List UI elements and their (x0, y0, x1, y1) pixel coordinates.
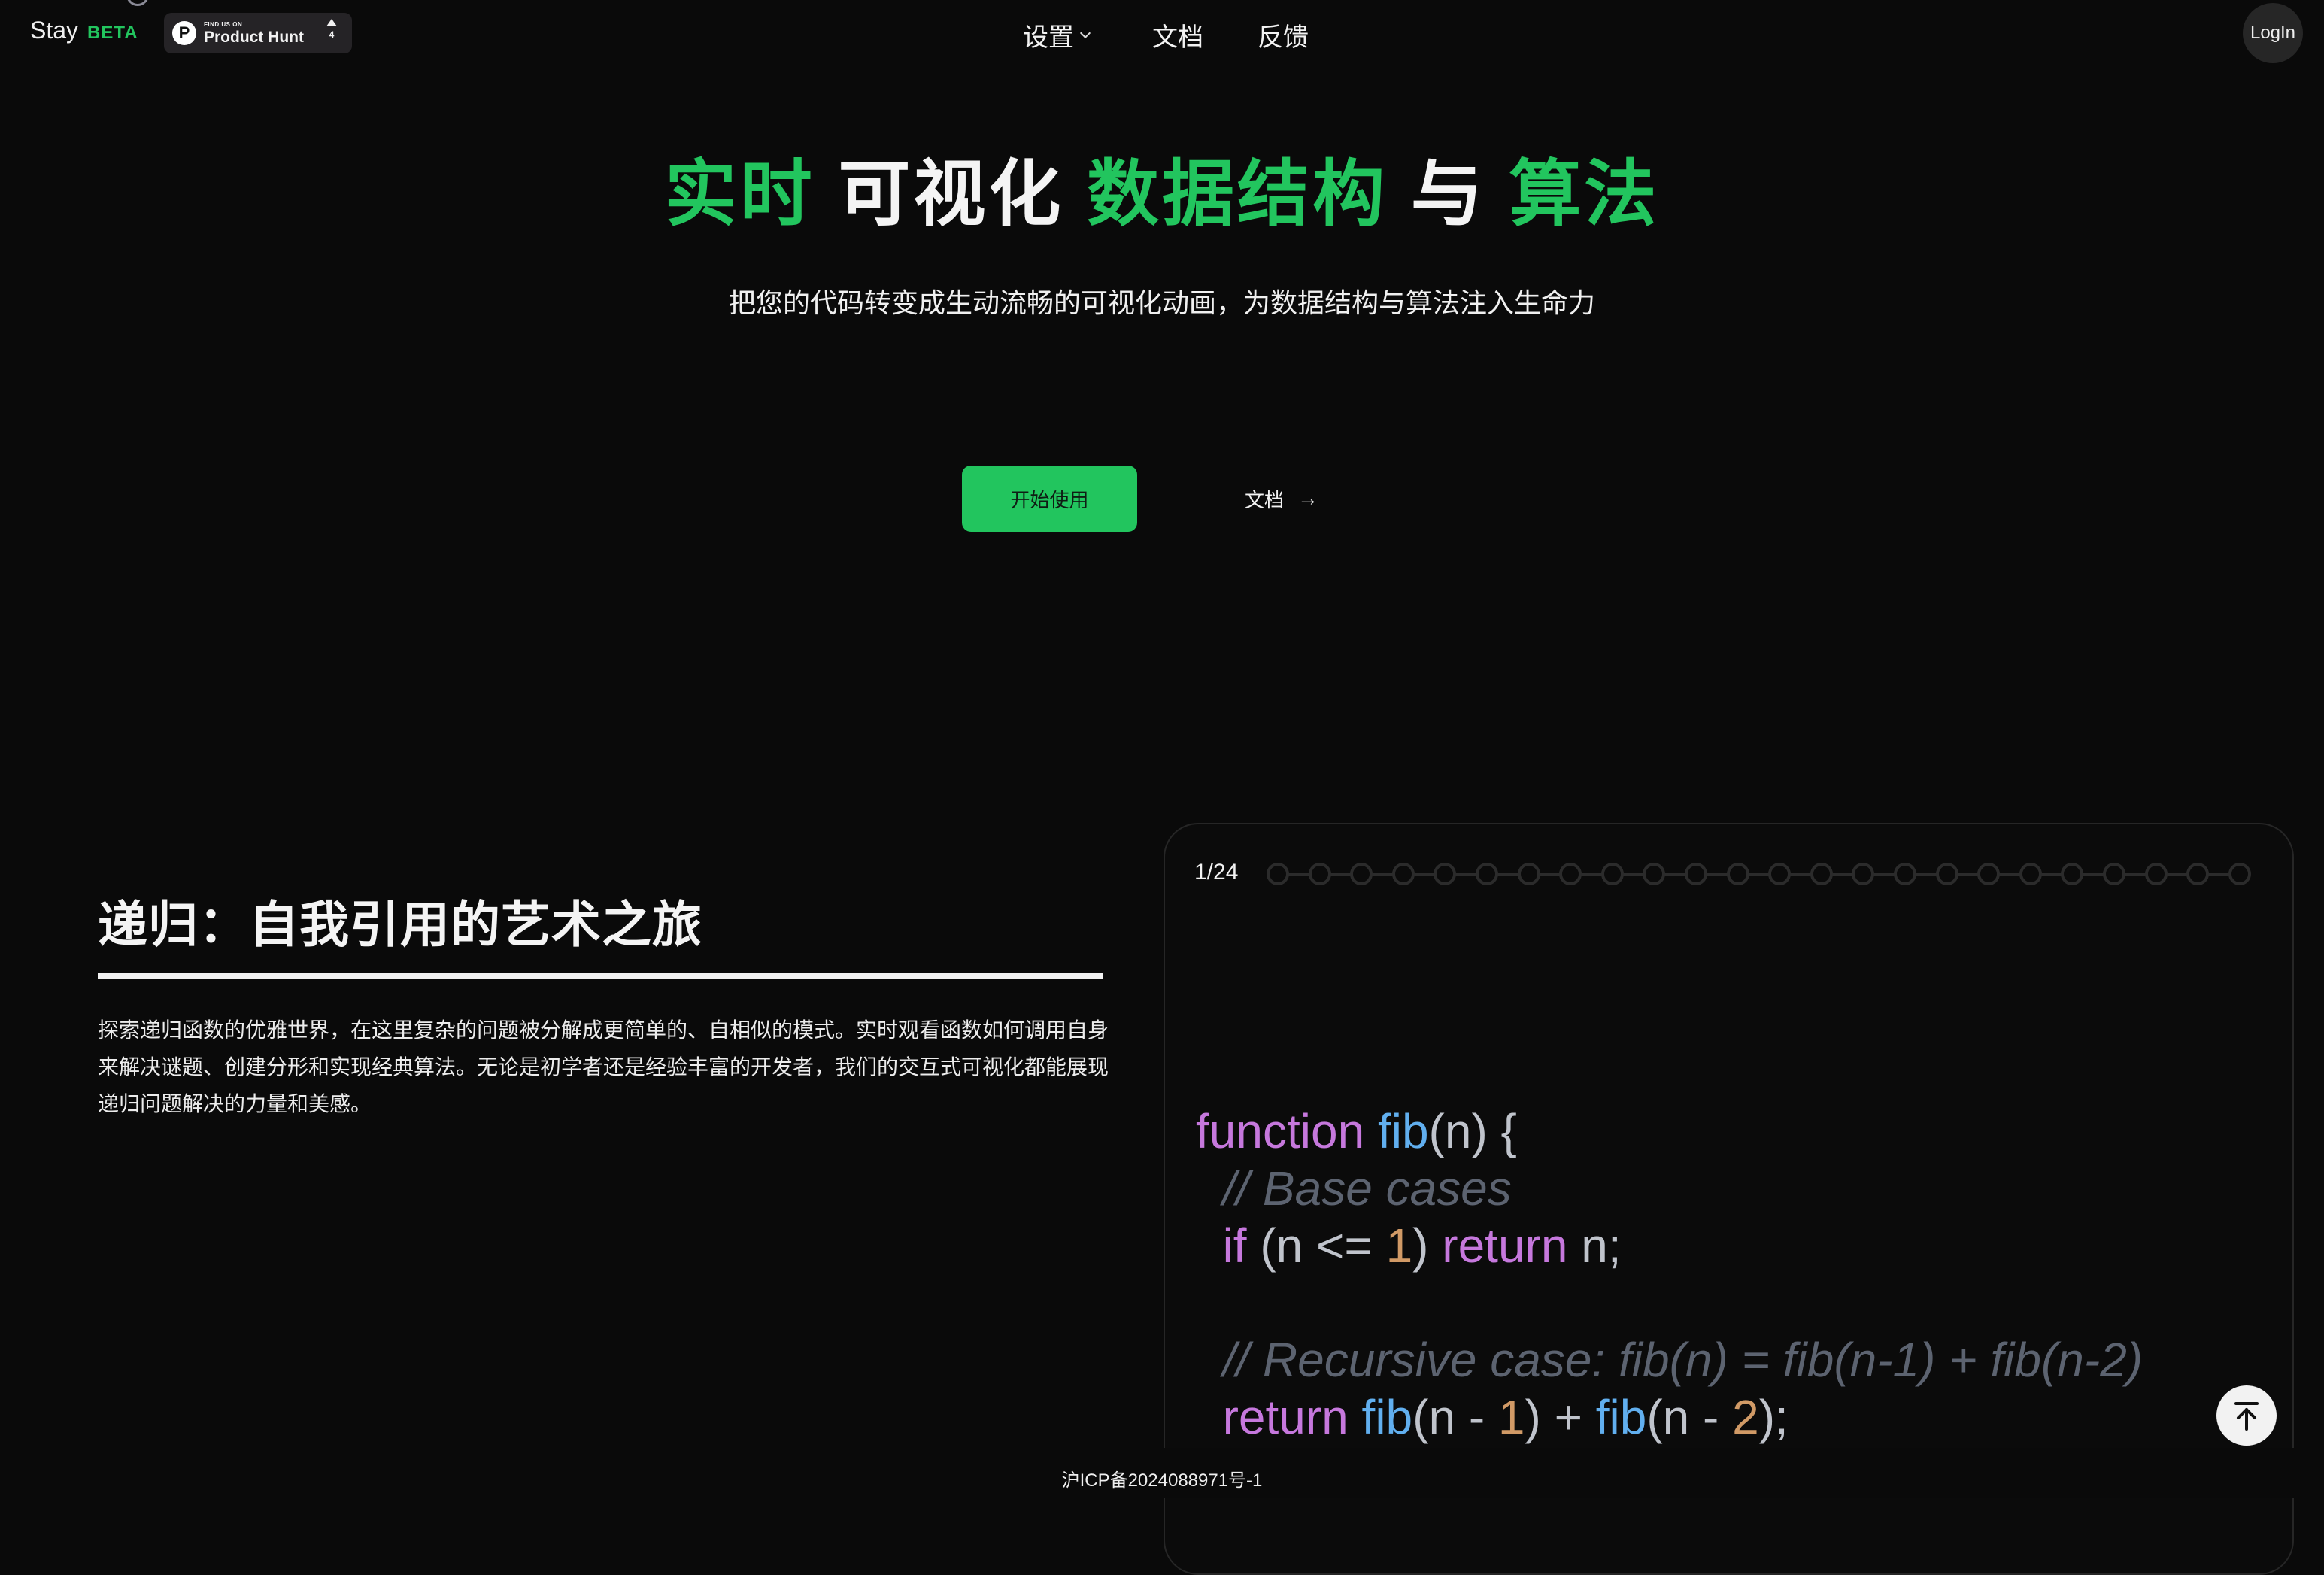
code-token: (n <= (1246, 1218, 1386, 1273)
code-token: 1 (1385, 1218, 1413, 1273)
step-timeline-track (1277, 873, 2234, 876)
step-dot[interactable] (1935, 863, 1958, 885)
code-token: function (1196, 1104, 1365, 1158)
hero-title-part: 算法 (1509, 154, 1660, 235)
docs-link-label: 文档 (1245, 488, 1285, 511)
code-token: 2 (1732, 1390, 1759, 1444)
code-token: if (1222, 1218, 1247, 1273)
step-dot[interactable] (2144, 863, 2168, 885)
docs-link[interactable]: 文档 → (1245, 485, 1318, 512)
code-line: return fib(n - 1) + fib(n - 2); (1196, 1388, 2143, 1446)
code-token: fib (1361, 1390, 1413, 1444)
code-token: fib (1595, 1390, 1647, 1444)
step-dot[interactable] (1810, 863, 1833, 885)
step-dot[interactable] (1517, 863, 1540, 885)
code-token: (n - (1646, 1390, 1733, 1444)
code-token: 1 (1497, 1390, 1525, 1444)
step-dot[interactable] (2061, 863, 2084, 885)
nav-item-settings[interactable]: 设置 (1023, 17, 1091, 53)
step-dot[interactable] (1267, 863, 1289, 885)
code-line: function fib(n) { (1196, 1103, 2143, 1160)
code-token: ) (1412, 1218, 1443, 1273)
step-dot[interactable] (2103, 863, 2125, 885)
step-dot[interactable] (1768, 863, 1792, 885)
step-dot[interactable] (1350, 863, 1373, 885)
step-counter: 1/24 (1194, 860, 1239, 885)
nav-item-docs[interactable]: 文档 (1152, 17, 1203, 53)
hero-title-part: 实时 (664, 154, 815, 235)
step-dot[interactable] (1391, 863, 1415, 885)
hero-title: 实时 可视化 数据结构 与 算法 (0, 135, 2324, 240)
partial-ring-decoration (126, 0, 149, 6)
code-token: ); (1758, 1390, 1789, 1444)
nav-item-label: 反馈 (1258, 23, 1309, 52)
step-dot[interactable] (1977, 863, 2001, 885)
step-dot[interactable] (1894, 863, 1916, 885)
step-dot[interactable] (1308, 863, 1331, 885)
step-dot[interactable] (2186, 863, 2210, 885)
code-block: function fib(n) { // Base cases if (n <=… (1196, 1103, 2143, 1446)
arrow-up-to-line-icon (2234, 1402, 2259, 1431)
step-dot[interactable] (2019, 863, 2042, 885)
code-token: (n - (1412, 1390, 1498, 1444)
arrow-right-icon: → (1297, 487, 1319, 510)
hero-subtitle: 把您的代码转变成生动流畅的可视化动画，为数据结构与算法注入生命力 (728, 287, 1595, 318)
code-token: return (1222, 1390, 1349, 1444)
icp-footer[interactable]: 沪ICP备2024088971号-1 (0, 1465, 2324, 1492)
nav-item-feedback[interactable]: 反馈 (1258, 17, 1309, 53)
code-token: // Base cases (1196, 1161, 1512, 1215)
section-description: 探索递归函数的优雅世界，在这里复杂的问题被分解成更简单的、自相似的模式。实时观看… (98, 1018, 1109, 1115)
section-title: 递归：自我引用的艺术之旅 (98, 897, 702, 952)
step-dot[interactable] (1852, 863, 1875, 885)
step-dot[interactable] (1559, 863, 1582, 885)
code-line: // Recursive case: fib(n) = fib(n-1) + f… (1196, 1331, 2143, 1388)
hero-title-part: 可视化 (838, 154, 1064, 235)
code-token: ) + (1525, 1390, 1596, 1444)
main-nav: 设置 文档 反馈 (0, 17, 2324, 54)
step-dot[interactable] (2228, 863, 2251, 885)
step-dot[interactable] (1643, 863, 1666, 885)
code-token: // Recursive case: fib(n) = fib(n-1) + f… (1196, 1333, 2143, 1387)
step-dot[interactable] (1726, 863, 1749, 885)
code-token: (n) { (1428, 1104, 1517, 1158)
login-button[interactable]: LogIn (2243, 3, 2303, 63)
section-divider (98, 973, 1103, 979)
step-timeline (1267, 863, 2251, 885)
code-token: fib (1377, 1104, 1429, 1158)
nav-item-label: 设置 (1023, 23, 1074, 52)
step-dot[interactable] (1434, 863, 1457, 885)
nav-item-label: 文档 (1152, 23, 1203, 52)
step-dot[interactable] (1476, 863, 1498, 885)
chevron-down-icon (1079, 27, 1091, 38)
code-token: n; (1567, 1218, 1622, 1273)
step-dot[interactable] (1685, 863, 1707, 885)
back-to-top-button[interactable] (2216, 1385, 2277, 1446)
get-started-button[interactable]: 开始使用 (962, 466, 1137, 532)
hero-title-part: 数据结构 (1087, 154, 1388, 235)
step-dot[interactable] (1600, 863, 1624, 885)
code-line: if (n <= 1) return n; (1196, 1217, 2143, 1274)
code-token: return (1442, 1218, 1568, 1273)
code-line: // Base cases (1196, 1160, 2143, 1217)
hero-title-part: 与 (1410, 154, 1486, 235)
